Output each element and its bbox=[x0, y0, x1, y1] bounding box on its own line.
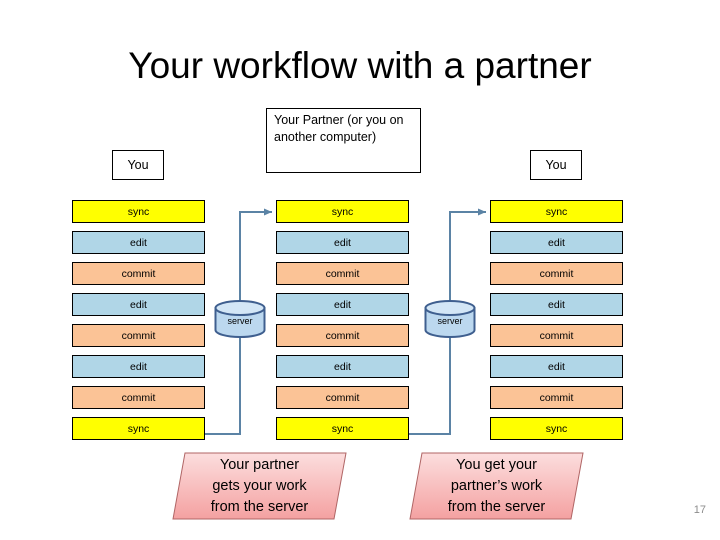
step-box-sync: sync bbox=[72, 200, 205, 223]
step-box-commit: commit bbox=[276, 386, 409, 409]
server-cylinder-2: server bbox=[424, 300, 476, 338]
workflow-column-3: sync edit commit edit commit edit commit sync bbox=[490, 200, 623, 440]
page-number: 17 bbox=[693, 504, 706, 516]
workflow-column-1: sync edit commit edit commit edit commit sync bbox=[72, 200, 205, 440]
callout-banner-2: You get your partner’s work from the ser… bbox=[409, 452, 584, 520]
step-box-commit: commit bbox=[276, 324, 409, 347]
step-box-edit: edit bbox=[490, 231, 623, 254]
step-box-commit: commit bbox=[72, 262, 205, 285]
step-box-commit: commit bbox=[490, 262, 623, 285]
step-box-sync: sync bbox=[276, 200, 409, 223]
step-box-commit: commit bbox=[276, 262, 409, 285]
header-box-you-left: You bbox=[112, 150, 164, 180]
callout-banner-1-text: Your partner gets your work from the ser… bbox=[210, 456, 309, 515]
step-box-edit: edit bbox=[72, 293, 205, 316]
header-box-partner: Your Partner (or you on another computer… bbox=[266, 108, 421, 173]
step-box-edit: edit bbox=[72, 231, 205, 254]
slide-canvas: Your workflow with a partner You Your Pa… bbox=[0, 0, 720, 540]
step-box-commit: commit bbox=[490, 386, 623, 409]
step-box-edit: edit bbox=[276, 293, 409, 316]
step-box-commit: commit bbox=[72, 386, 205, 409]
callout-banner-1: Your partner gets your work from the ser… bbox=[172, 452, 347, 520]
server-cylinder-1: server bbox=[214, 300, 266, 338]
server-label-2: server bbox=[437, 315, 463, 326]
step-box-sync: sync bbox=[490, 200, 623, 223]
step-box-edit: edit bbox=[72, 355, 205, 378]
page-title: Your workflow with a partner bbox=[128, 45, 592, 86]
server-label-1: server bbox=[227, 315, 253, 326]
step-box-sync: sync bbox=[490, 417, 623, 440]
step-box-edit: edit bbox=[276, 231, 409, 254]
workflow-column-2: sync edit commit edit commit edit commit sync bbox=[276, 200, 409, 440]
step-box-commit: commit bbox=[72, 324, 205, 347]
step-box-commit: commit bbox=[490, 324, 623, 347]
header-box-you-right: You bbox=[530, 150, 582, 180]
step-box-sync: sync bbox=[72, 417, 205, 440]
step-box-edit: edit bbox=[276, 355, 409, 378]
step-box-edit: edit bbox=[490, 355, 623, 378]
step-box-sync: sync bbox=[276, 417, 409, 440]
step-box-edit: edit bbox=[490, 293, 623, 316]
callout-banner-2-text: You get your partner’s work from the ser… bbox=[447, 456, 546, 515]
